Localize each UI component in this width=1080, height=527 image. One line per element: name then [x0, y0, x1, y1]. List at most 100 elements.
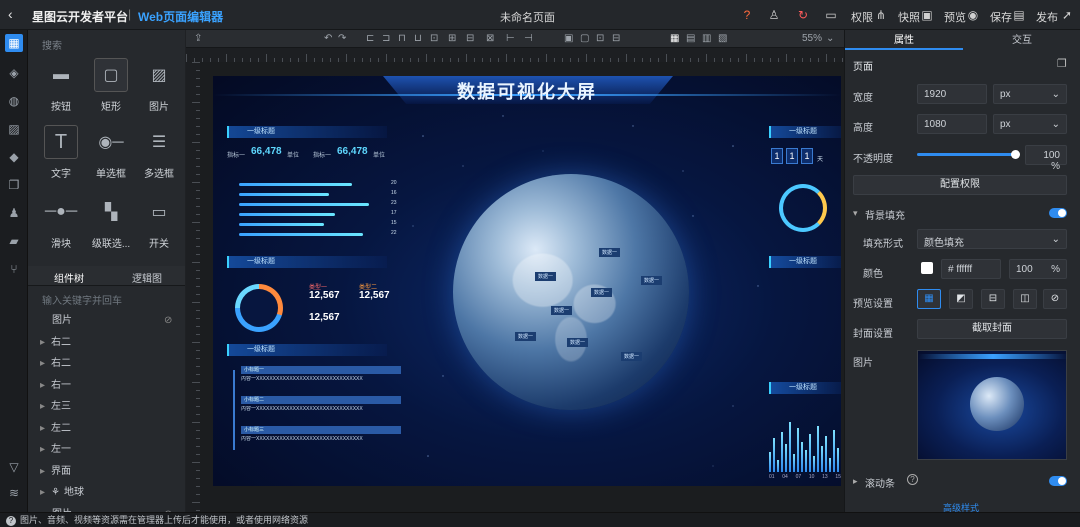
caret-icon[interactable]: ▸: [40, 423, 45, 434]
tree-item[interactable]: ▸ 右一: [28, 375, 185, 397]
component-rect[interactable]: ▢ 矩形: [86, 58, 136, 120]
bg-fill-toggle[interactable]: [1049, 208, 1067, 218]
undo-icon[interactable]: ↶: [324, 33, 332, 44]
color-swatch[interactable]: [921, 262, 933, 274]
caret-icon[interactable]: ▸: [40, 466, 45, 477]
component-slider[interactable]: ─●─ 滑块: [36, 195, 86, 257]
width-input[interactable]: 1920: [917, 84, 987, 104]
tab-interaction[interactable]: 交互: [963, 32, 1080, 50]
opacity-input[interactable]: 100 %: [1025, 145, 1067, 172]
preview-button[interactable]: 预览: [944, 9, 966, 25]
eye-off-icon[interactable]: ⊘: [164, 310, 172, 332]
tree-item[interactable]: 图片 ⊘: [28, 310, 185, 332]
fill-mode-select[interactable]: 颜色填充 ⌄: [917, 229, 1067, 249]
preview-none-icon[interactable]: ⊘: [1043, 289, 1067, 309]
theme-icon[interactable]: ♙: [767, 8, 781, 22]
components-icon[interactable]: ▦: [5, 34, 23, 52]
caret-icon[interactable]: ▸: [40, 444, 45, 455]
zoom-select[interactable]: 55%: [802, 33, 822, 44]
tree-item[interactable]: ▸ 右二: [28, 353, 185, 375]
layer-search-input[interactable]: 输入关键字并回车: [36, 290, 178, 307]
screen-icon[interactable]: ▭: [824, 8, 838, 22]
distribute-icon[interactable]: ⊟: [466, 33, 474, 44]
caret-down-icon[interactable]: ▾: [853, 208, 858, 219]
layout-grid-icon[interactable]: ▦: [670, 33, 679, 44]
help-icon[interactable]: ?: [907, 474, 918, 485]
opacity-slider[interactable]: [917, 150, 1020, 159]
preview-crop-icon[interactable]: ◩: [949, 289, 973, 309]
distribute-v-icon[interactable]: ⊠: [486, 33, 494, 44]
grid-icon[interactable]: ▣: [564, 33, 573, 44]
tree-item[interactable]: ▸ 左一: [28, 439, 185, 461]
user-icon[interactable]: ♟: [5, 204, 23, 222]
layout-list-icon[interactable]: ▤: [686, 33, 695, 44]
caret-icon[interactable]: ▸: [40, 380, 45, 391]
filter-icon[interactable]: ▽: [5, 458, 23, 476]
layers-icon[interactable]: ◈: [5, 64, 23, 82]
preview-fit-icon[interactable]: ⊟: [981, 289, 1005, 309]
config-permission-button[interactable]: 配置权限: [853, 175, 1067, 195]
capture-cover-button[interactable]: 截取封面: [917, 319, 1067, 339]
caret-icon[interactable]: ▸: [40, 358, 45, 369]
caret-icon[interactable]: ▸: [40, 487, 45, 498]
guide-icon[interactable]: ⊟: [612, 33, 620, 44]
tree-item[interactable]: ▸ 右二: [28, 332, 185, 354]
caret-icon[interactable]: ▸: [40, 401, 45, 412]
align-left-icon[interactable]: ⊏: [366, 33, 374, 44]
align-top-icon[interactable]: ⊔: [414, 33, 422, 44]
tree-item[interactable]: ▸ ⚘ 地球: [28, 482, 185, 504]
page-name[interactable]: 未命名页面: [500, 9, 555, 25]
help-icon[interactable]: ?: [740, 8, 754, 22]
permission-button[interactable]: 权限: [851, 9, 873, 25]
component-cascader[interactable]: ▚ 级联选...: [86, 195, 136, 257]
caret-icon[interactable]: ▸: [40, 337, 45, 348]
tab-component-tree[interactable]: 组件树: [54, 270, 84, 285]
export-icon[interactable]: ⇪: [194, 33, 202, 44]
align-bottom-icon[interactable]: ⊞: [448, 33, 456, 44]
preview-grid-icon[interactable]: ▦: [917, 289, 941, 309]
tree-item[interactable]: ▸ 左三: [28, 396, 185, 418]
publish-button[interactable]: 发布: [1036, 9, 1058, 25]
component-button[interactable]: ▬ 按钮: [36, 58, 86, 120]
layout-rows-icon[interactable]: ▧: [718, 33, 727, 44]
component-text[interactable]: T 文字: [36, 125, 86, 187]
redo-icon[interactable]: ↷: [338, 33, 346, 44]
cover-thumbnail[interactable]: [917, 350, 1068, 460]
tab-properties[interactable]: 属性: [845, 32, 963, 50]
save-button[interactable]: 保存: [990, 9, 1012, 25]
globe-icon[interactable]: ◍: [5, 92, 23, 110]
frame-icon[interactable]: ▢: [580, 33, 589, 44]
preview-fill-icon[interactable]: ◫: [1013, 289, 1037, 309]
scrollbar-toggle[interactable]: [1049, 476, 1067, 486]
component-radio[interactable]: ◉─ 单选框: [86, 125, 136, 187]
height-unit-select[interactable]: px ⌄: [993, 114, 1067, 134]
align-right-icon[interactable]: ⊓: [398, 33, 406, 44]
branch-icon[interactable]: ⑂: [5, 260, 23, 278]
tree-item[interactable]: ▸ 左二: [28, 418, 185, 440]
color-hex-input[interactable]: # ffffff: [941, 259, 1001, 279]
snap-icon[interactable]: ⊡: [596, 33, 604, 44]
space-icon[interactable]: ⊢: [506, 33, 515, 44]
tab-logic[interactable]: 逻辑图: [132, 270, 162, 285]
dashboard-screen[interactable]: 数据可视化大屏 数据一 数据一 数据一 数据一 数据一 数据一 数据一 数据一 …: [213, 76, 841, 486]
cube-icon[interactable]: ◆: [5, 148, 23, 166]
chevron-down-icon[interactable]: ⌄: [826, 33, 834, 44]
refresh-icon[interactable]: ↻: [796, 8, 810, 22]
snapshot-button[interactable]: 快照: [898, 9, 920, 25]
color-opacity-input[interactable]: 100%: [1009, 259, 1067, 279]
copy-icon[interactable]: ❐: [1057, 57, 1067, 70]
chart-icon[interactable]: ▨: [5, 120, 23, 138]
align-middle-icon[interactable]: ⊡: [430, 33, 438, 44]
back-button[interactable]: ‹: [8, 6, 13, 22]
canvas-stage[interactable]: 数据可视化大屏 数据一 数据一 数据一 数据一 数据一 数据一 数据一 数据一 …: [200, 62, 844, 512]
component-search-input[interactable]: 搜索: [36, 34, 178, 52]
component-image[interactable]: ▨ 图片: [134, 58, 184, 120]
layout-cols-icon[interactable]: ▥: [702, 33, 711, 44]
copy-icon[interactable]: ❐: [5, 176, 23, 194]
caret-right-icon[interactable]: ▸: [853, 476, 858, 487]
database-icon[interactable]: ≋: [5, 484, 23, 502]
height-input[interactable]: 1080: [917, 114, 987, 134]
width-unit-select[interactable]: px ⌄: [993, 84, 1067, 104]
folder-icon[interactable]: ▰: [5, 232, 23, 250]
component-switch[interactable]: ▭ 开关: [134, 195, 184, 257]
